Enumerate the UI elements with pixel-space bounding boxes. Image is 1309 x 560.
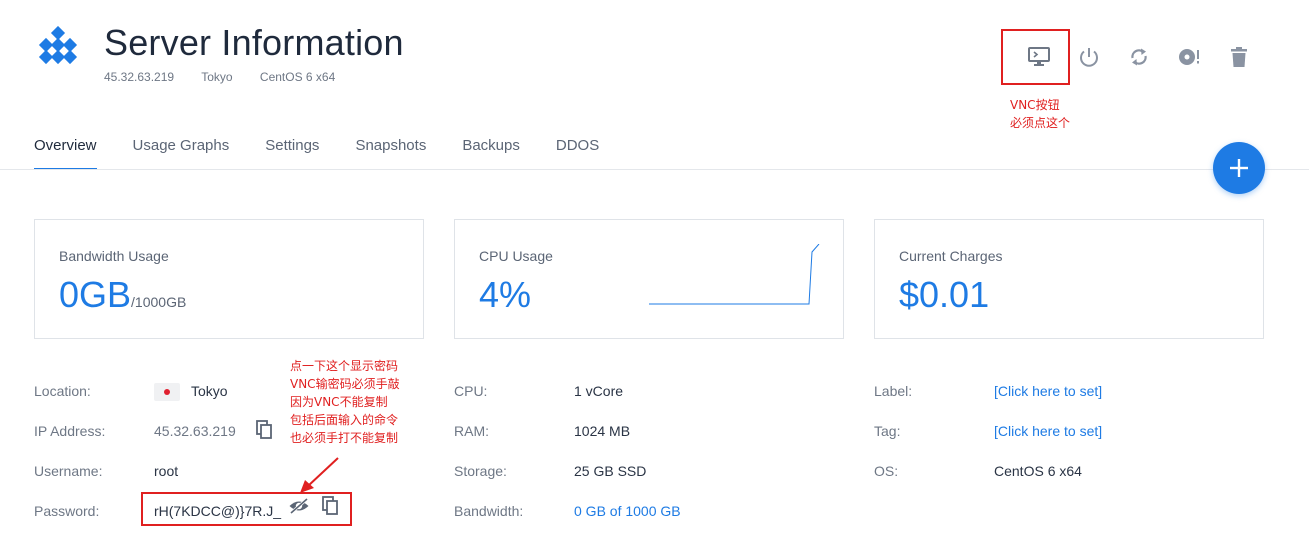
ip-value: 45.32.63.219 (154, 423, 236, 439)
japan-flag-icon (154, 383, 180, 401)
disc-icon (1179, 49, 1199, 65)
set-label-link[interactable]: [Click here to set] (994, 383, 1102, 399)
bandwidth-total: /1000GB (131, 294, 187, 310)
page-title: Server Information (104, 22, 404, 63)
server-subline: 45.32.63.219 Tokyo CentOS 6 x64 (104, 70, 359, 84)
os-label: OS: (874, 463, 899, 479)
bandwidth-card-value: 0GB/1000GB (59, 274, 186, 316)
charges-card-label: Current Charges (899, 248, 1003, 264)
charges-card: Current Charges $0.01 (874, 219, 1264, 339)
password-annotation-line: 因为VNC不能复制 (290, 395, 388, 409)
vnc-highlight-box (1001, 29, 1070, 85)
restart-button[interactable] (1122, 40, 1156, 74)
refresh-icon (1131, 48, 1147, 66)
vnc-annotation-line: 必须点这个 (1010, 116, 1071, 130)
header-os: CentOS 6 x64 (259, 70, 336, 84)
bandwidth-link[interactable]: 0 GB of 1000 GB (574, 503, 681, 519)
trash-icon (1231, 47, 1247, 67)
tab-overview[interactable]: Overview (34, 124, 97, 170)
storage-value: 25 GB SSD (574, 463, 647, 479)
power-icon (1080, 48, 1098, 67)
password-annotation-line: 也必须手打不能复制 (290, 431, 399, 445)
password-annotation-line: 包括后面输入的命令 (290, 413, 399, 427)
charges-card-value: $0.01 (899, 274, 990, 315)
cpu-sparkline (649, 244, 820, 305)
password-highlight-box (141, 492, 352, 526)
bandwidth-card: Bandwidth Usage 0GB/1000GB (34, 219, 424, 339)
bandwidth-card-label: Bandwidth Usage (59, 248, 169, 264)
password-label: Password: (34, 503, 100, 519)
username-value: root (154, 463, 179, 479)
location-label: Location: (34, 383, 91, 399)
tab-ddos[interactable]: DDOS (556, 124, 599, 170)
set-tag-link[interactable]: [Click here to set] (994, 423, 1102, 439)
ram-value: 1024 MB (574, 423, 631, 439)
bandwidth-label: Bandwidth: (454, 503, 524, 519)
tab-settings[interactable]: Settings (265, 124, 319, 170)
cpu-card: CPU Usage 4% (454, 219, 844, 339)
storage-label: Storage: (454, 463, 507, 479)
os-value: CentOS 6 x64 (994, 463, 1082, 479)
add-button[interactable] (1213, 142, 1265, 194)
tabs-divider (0, 169, 1309, 170)
password-annotation-line: VNC输密码必须手敲 (290, 377, 400, 391)
bandwidth-used: 0GB (59, 274, 132, 315)
password-annotation: 点一下这个显示密码 VNC输密码必须手敲 因为VNC不能复制 包括后面输入的命令… (290, 357, 400, 447)
header-ip: 45.32.63.219 (104, 70, 175, 84)
tag-label: Tag: (874, 423, 901, 439)
tab-bar: Overview Usage Graphs Settings Snapshots… (34, 124, 635, 170)
vnc-annotation: VNC按钮 必须点这个 (1010, 96, 1070, 132)
vnc-annotation-line: VNC按钮 (1010, 98, 1060, 112)
cpu-label: CPU: (454, 383, 488, 399)
location-value: Tokyo (191, 383, 228, 399)
header-location: Tokyo (201, 70, 233, 84)
power-button[interactable] (1072, 40, 1106, 74)
tab-snapshots[interactable]: Snapshots (355, 124, 426, 170)
password-annotation-line: 点一下这个显示密码 (290, 359, 399, 373)
username-label: Username: (34, 463, 103, 479)
server-label-label: Label: (874, 383, 913, 399)
cpu-value: 1 vCore (574, 383, 624, 399)
tab-backups[interactable]: Backups (462, 124, 520, 170)
plus-icon (1230, 159, 1248, 177)
tab-usage-graphs[interactable]: Usage Graphs (133, 124, 230, 170)
ram-label: RAM: (454, 423, 489, 439)
cpu-card-value: 4% (479, 274, 532, 315)
ip-label: IP Address: (34, 423, 106, 439)
reinstall-button[interactable] (1172, 40, 1206, 74)
logo-icon (38, 26, 78, 65)
destroy-button[interactable] (1222, 40, 1256, 74)
annotation-arrow (300, 457, 339, 493)
copy-ip-icon[interactable] (256, 420, 274, 440)
cpu-card-label: CPU Usage (479, 248, 553, 264)
